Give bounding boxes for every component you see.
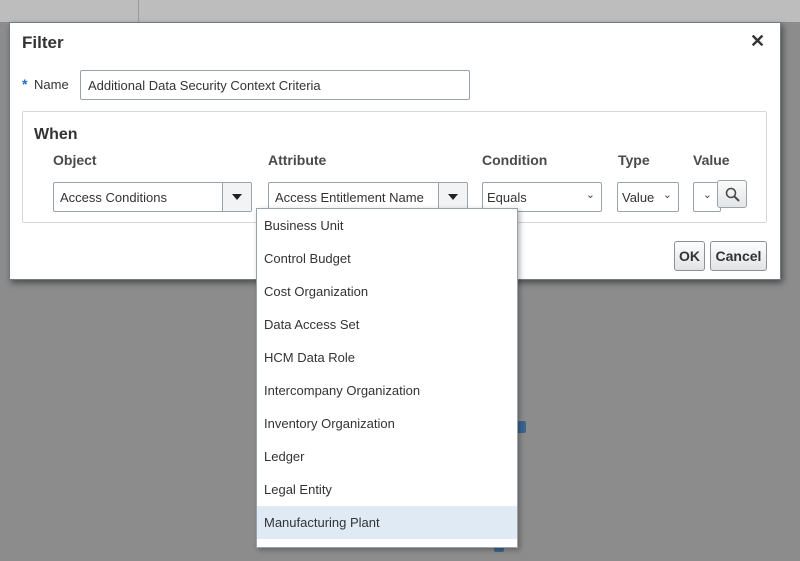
chevron-down-icon: ⌄ xyxy=(662,189,672,201)
condition-select-value: Equals xyxy=(487,190,527,205)
attribute-dropdown-list: Business Unit Control Budget Cost Organi… xyxy=(256,208,518,548)
type-select-value: Value xyxy=(622,190,655,205)
triangle-down-icon[interactable] xyxy=(438,183,467,211)
cancel-button[interactable]: Cancel xyxy=(710,241,767,271)
value-column-label: Value xyxy=(693,152,730,168)
background-page-strip xyxy=(0,0,800,22)
object-combobox[interactable]: Access Conditions xyxy=(53,182,252,212)
dropdown-item[interactable]: Inventory Organization xyxy=(257,407,517,440)
dropdown-item[interactable]: Data Access Set xyxy=(257,308,517,341)
search-icon xyxy=(725,187,740,202)
attribute-column-label: Attribute xyxy=(268,152,327,168)
value-search-button[interactable] xyxy=(717,180,747,208)
when-section: When Object Attribute Condition Type Val… xyxy=(22,111,767,223)
dropdown-item[interactable]: Business Unit xyxy=(257,209,517,242)
type-column-label: Type xyxy=(618,152,650,168)
condition-column-label: Condition xyxy=(482,152,548,168)
dropdown-item-highlighted[interactable]: Manufacturing Plant xyxy=(257,506,517,539)
dialog-title: Filter xyxy=(22,33,64,52)
type-select[interactable]: Value ⌄ xyxy=(617,182,679,212)
ok-button[interactable]: OK xyxy=(674,241,705,271)
background-divider xyxy=(138,0,139,22)
attribute-combobox-value: Access Entitlement Name xyxy=(275,190,424,205)
close-icon[interactable]: ✕ xyxy=(750,31,765,51)
triangle-down-icon[interactable] xyxy=(222,183,251,211)
dropdown-item[interactable]: Legal Entity xyxy=(257,473,517,506)
dropdown-item[interactable]: Ledger xyxy=(257,440,517,473)
dropdown-item[interactable]: Control Budget xyxy=(257,242,517,275)
chevron-down-icon: ⌄ xyxy=(585,189,595,201)
dropdown-item[interactable]: HCM Data Role xyxy=(257,341,517,374)
chevron-down-icon: ⌄ xyxy=(702,189,712,201)
object-combobox-value: Access Conditions xyxy=(60,190,167,205)
when-title: When xyxy=(34,126,78,143)
name-label: Name xyxy=(34,77,69,92)
object-column-label: Object xyxy=(53,152,97,168)
dropdown-item[interactable]: Cost Organization xyxy=(257,275,517,308)
dropdown-item[interactable]: Intercompany Organization xyxy=(257,374,517,407)
name-input[interactable] xyxy=(80,70,470,100)
required-indicator: * xyxy=(22,76,28,92)
